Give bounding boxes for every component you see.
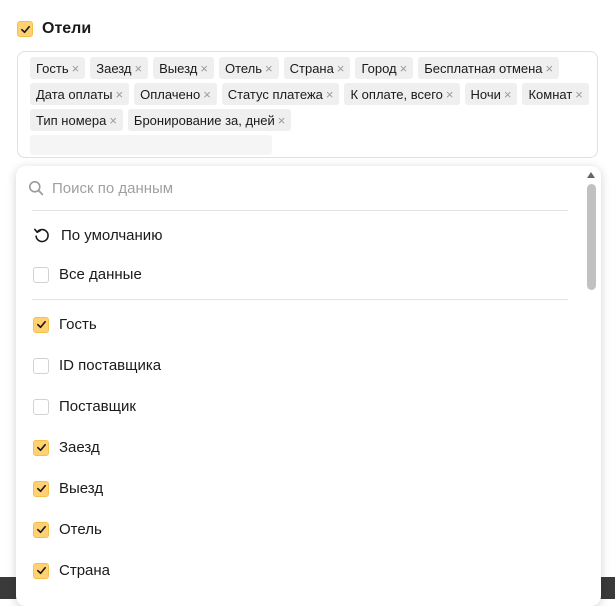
tag-chip: Ночи × <box>464 83 518 105</box>
section-checkbox[interactable] <box>17 21 33 37</box>
divider <box>32 210 568 211</box>
tag-chip: Город × <box>355 57 414 79</box>
option-item[interactable]: ID поставщика <box>33 357 161 374</box>
remove-tag-icon[interactable]: × <box>575 88 583 101</box>
option-all-data[interactable]: Все данные <box>33 266 142 283</box>
tag-label: Ночи <box>470 86 501 102</box>
tag-label: Страна <box>289 60 334 76</box>
tag-label: Гость <box>36 60 69 76</box>
tag-chip: Выезд × <box>153 57 214 79</box>
tag-label: Оплачено <box>140 86 201 102</box>
section-title: Отели <box>42 20 92 37</box>
search-input[interactable] <box>52 179 532 197</box>
tag-chip: Заезд × <box>90 57 149 79</box>
tag-list: Гость × Заезд × Выезд × Отель × Страна × Город × Бес… <box>30 57 590 131</box>
tag-chip: Оплачено × <box>134 83 217 105</box>
option-item[interactable]: Страна <box>33 562 110 579</box>
search-icon <box>29 181 44 196</box>
scroll-up-arrow-icon[interactable] <box>587 172 595 178</box>
check-icon <box>36 566 46 575</box>
option-label: Страна <box>59 562 111 579</box>
check-icon <box>20 25 30 33</box>
tag-chip: Дата оплаты × <box>30 83 130 105</box>
tag-chip: Бесплатная отмена × <box>418 57 560 79</box>
scroll-thumb[interactable] <box>587 184 596 290</box>
tag-label: Комнат <box>528 86 573 102</box>
option-item[interactable]: Гость <box>33 316 97 333</box>
option-label: Отель <box>59 521 102 538</box>
checkbox[interactable] <box>33 439 49 456</box>
check-icon <box>36 320 46 329</box>
tag-label: Дата оплаты <box>36 86 113 102</box>
divider <box>32 299 568 300</box>
tag-chip: Гость × <box>30 57 86 79</box>
tag-chip: Отель × <box>218 57 279 79</box>
remove-tag-icon[interactable]: × <box>200 62 208 75</box>
remove-tag-icon[interactable]: × <box>446 88 454 101</box>
check-icon <box>36 525 46 534</box>
tag-label: Город <box>361 60 397 76</box>
remove-tag-icon[interactable]: × <box>337 62 345 75</box>
checkbox[interactable] <box>33 316 49 333</box>
option-label: Все данные <box>59 266 142 283</box>
remove-tag-icon[interactable]: × <box>546 62 554 75</box>
tag-chip: К оплате, всего × <box>344 83 460 105</box>
remove-tag-icon[interactable]: × <box>135 62 143 75</box>
checkbox[interactable] <box>33 357 49 374</box>
check-icon <box>36 484 46 493</box>
remove-tag-icon[interactable]: × <box>326 88 334 101</box>
option-item[interactable]: Выезд <box>33 480 103 497</box>
remove-tag-icon[interactable]: × <box>504 88 512 101</box>
option-label: Выезд <box>59 480 104 497</box>
search-row <box>28 176 568 200</box>
option-label: Поставщик <box>59 398 136 415</box>
selected-tags-box: Гость × Заезд × Выезд × Отель × Страна × Город × Бес… <box>17 51 598 158</box>
option-label: ID поставщика <box>59 357 162 374</box>
tag-input[interactable] <box>30 135 272 155</box>
remove-tag-icon[interactable]: × <box>203 88 211 101</box>
tag-label: Заезд <box>96 60 132 76</box>
columns-dropdown: По умолчанию Все данные Гость ID поставщи… <box>16 166 601 606</box>
checkbox[interactable] <box>33 562 49 579</box>
option-label: Заезд <box>59 439 100 456</box>
reset-icon <box>34 228 49 243</box>
checkbox[interactable] <box>33 266 49 283</box>
section-header: Отели <box>17 20 91 38</box>
remove-tag-icon[interactable]: × <box>72 62 80 75</box>
tag-label: Бесплатная отмена <box>424 60 543 76</box>
remove-tag-icon[interactable]: × <box>116 88 124 101</box>
tag-chip: Тип номера × <box>30 109 123 131</box>
option-item[interactable]: Отель <box>33 521 102 538</box>
tag-label: Статус платежа <box>227 86 323 102</box>
tag-chip: Бронирование за, дней × <box>127 109 292 131</box>
scrollbar[interactable] <box>584 172 598 602</box>
check-icon <box>36 443 46 452</box>
checkbox[interactable] <box>33 521 49 538</box>
remove-tag-icon[interactable]: × <box>265 62 273 75</box>
checkbox[interactable] <box>33 480 49 497</box>
tag-chip: Страна × <box>283 57 351 79</box>
tag-chip: Статус платежа × <box>221 83 340 105</box>
remove-tag-icon[interactable]: × <box>278 114 286 127</box>
remove-tag-icon[interactable]: × <box>109 114 117 127</box>
tag-label: Выезд <box>159 60 198 76</box>
tag-label: Тип номера <box>36 112 107 128</box>
option-item[interactable]: Заезд <box>33 439 100 456</box>
tag-label: Бронирование за, дней <box>133 112 275 128</box>
tag-label: Отель <box>224 60 263 76</box>
tag-label: К оплате, всего <box>350 86 443 102</box>
remove-tag-icon[interactable]: × <box>400 62 408 75</box>
checkbox[interactable] <box>33 398 49 415</box>
tag-chip: Комнат × <box>522 83 589 105</box>
option-item[interactable]: Поставщик <box>33 398 136 415</box>
reset-default-option[interactable]: По умолчанию <box>33 226 162 244</box>
option-label: Гость <box>59 316 97 333</box>
reset-label: По умолчанию <box>61 226 163 244</box>
